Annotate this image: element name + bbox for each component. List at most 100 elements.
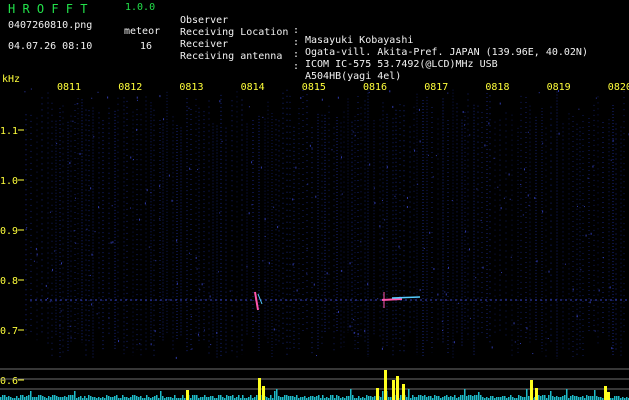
- noise-speckle: [60, 310, 62, 312]
- noise-speckle: [26, 227, 28, 229]
- level-bar: [284, 395, 286, 400]
- level-bar: [358, 396, 360, 400]
- level-bar: [368, 396, 370, 400]
- meteor-echo-0816-trail: [391, 296, 421, 299]
- level-bar: [146, 395, 148, 400]
- noise-speckle: [576, 205, 578, 207]
- level-bar: [80, 396, 82, 400]
- noise-speckle: [248, 106, 250, 108]
- level-bar: [256, 395, 258, 400]
- level-bar: [370, 396, 372, 400]
- noise-speckle: [59, 325, 61, 327]
- noise-speckle: [497, 186, 499, 188]
- noise-speckle: [528, 204, 530, 206]
- noise-speckle: [69, 325, 71, 327]
- noise-speckle: [91, 303, 93, 306]
- noise-speckle: [251, 161, 253, 164]
- level-bar: [538, 395, 540, 400]
- noise-speckle: [296, 289, 298, 292]
- noise-speckle: [441, 320, 443, 322]
- noise-speckle: [353, 331, 355, 334]
- info-value: ICOM IC-575 53.7492(@LCD)MHz USB: [305, 59, 498, 70]
- noise-speckle: [159, 95, 161, 98]
- noise-speckle: [377, 298, 379, 300]
- noise-speckle: [381, 347, 383, 350]
- noise-speckle: [176, 282, 178, 285]
- info-row-antenna: Receiving antenna : A504HB(yagi 4el): [0, 42, 401, 92]
- noise-speckle: [547, 337, 549, 339]
- level-bar: [220, 395, 222, 400]
- noise-speckle: [357, 333, 359, 336]
- level-bar: [192, 395, 194, 400]
- level-bar: [238, 395, 240, 400]
- noise-speckle: [45, 284, 47, 287]
- noise-speckle: [150, 343, 152, 346]
- noise-speckle: [482, 266, 484, 269]
- noise-speckle: [196, 268, 198, 270]
- noise-speckle: [576, 316, 578, 318]
- noise-speckle: [24, 91, 26, 93]
- noise-speckle: [25, 228, 27, 230]
- noise-speckle: [381, 200, 383, 202]
- level-bar: [424, 395, 426, 400]
- level-bar: [434, 395, 436, 400]
- noise-speckle: [349, 262, 351, 265]
- noise-speckle: [527, 194, 529, 197]
- noise-speckle: [442, 329, 444, 331]
- info-label: Receiving Location: [180, 27, 289, 38]
- noise-speckle: [526, 327, 528, 330]
- noise-speckle: [464, 124, 466, 126]
- noise-speckle: [326, 272, 328, 275]
- noise-speckle: [610, 159, 612, 161]
- noise-speckle: [340, 156, 342, 159]
- noise-speckle: [475, 277, 477, 279]
- level-bar: [466, 396, 468, 400]
- level-bar: [16, 396, 18, 400]
- y-tick-label: 1.0: [0, 176, 18, 187]
- noise-speckle: [444, 291, 446, 293]
- level-bar: [20, 395, 22, 400]
- level-bar: [290, 396, 292, 400]
- noise-speckle: [423, 247, 425, 249]
- noise-speckle: [190, 316, 192, 318]
- noise-speckle: [595, 97, 597, 99]
- noise-speckle: [86, 228, 88, 230]
- info-value: Masayuki Kobayashi: [305, 35, 414, 46]
- noise-speckle: [216, 331, 218, 334]
- noise-speckle: [295, 166, 297, 169]
- noise-speckle: [191, 348, 193, 350]
- noise-speckle: [47, 297, 49, 299]
- level-bar: [316, 396, 318, 400]
- time-mark-label: 0811: [57, 82, 81, 93]
- noise-speckle: [315, 195, 317, 198]
- noise-speckle: [432, 176, 434, 178]
- noise-speckle: [260, 166, 262, 169]
- level-bar: [586, 395, 588, 400]
- level-peak: [402, 384, 405, 400]
- noise-speckle: [76, 103, 78, 105]
- level-bar: [250, 395, 252, 400]
- noise-speckle: [209, 295, 211, 298]
- noise-speckle: [353, 319, 355, 321]
- level-bar: [570, 396, 572, 400]
- noise-speckle: [469, 317, 471, 319]
- noise-speckle: [217, 271, 219, 273]
- meteor-echo-0816: [381, 298, 403, 301]
- noise-speckle: [73, 230, 75, 232]
- info-value: A504HB(yagi 4el): [305, 71, 402, 82]
- level-bar: [40, 395, 42, 400]
- level-bar: [330, 395, 332, 400]
- level-bar: [56, 396, 58, 400]
- noise-speckle: [594, 330, 596, 332]
- noise-speckle: [136, 96, 138, 99]
- level-bar: [366, 395, 368, 400]
- noise-speckle: [159, 185, 161, 188]
- noise-speckle: [89, 274, 91, 276]
- level-bar: [270, 395, 272, 400]
- level-bar: [350, 389, 352, 400]
- noise-speckle: [580, 269, 582, 271]
- noise-speckle: [136, 99, 138, 101]
- noise-speckle: [306, 272, 308, 274]
- level-bar: [2, 395, 4, 400]
- noise-speckle: [262, 260, 264, 262]
